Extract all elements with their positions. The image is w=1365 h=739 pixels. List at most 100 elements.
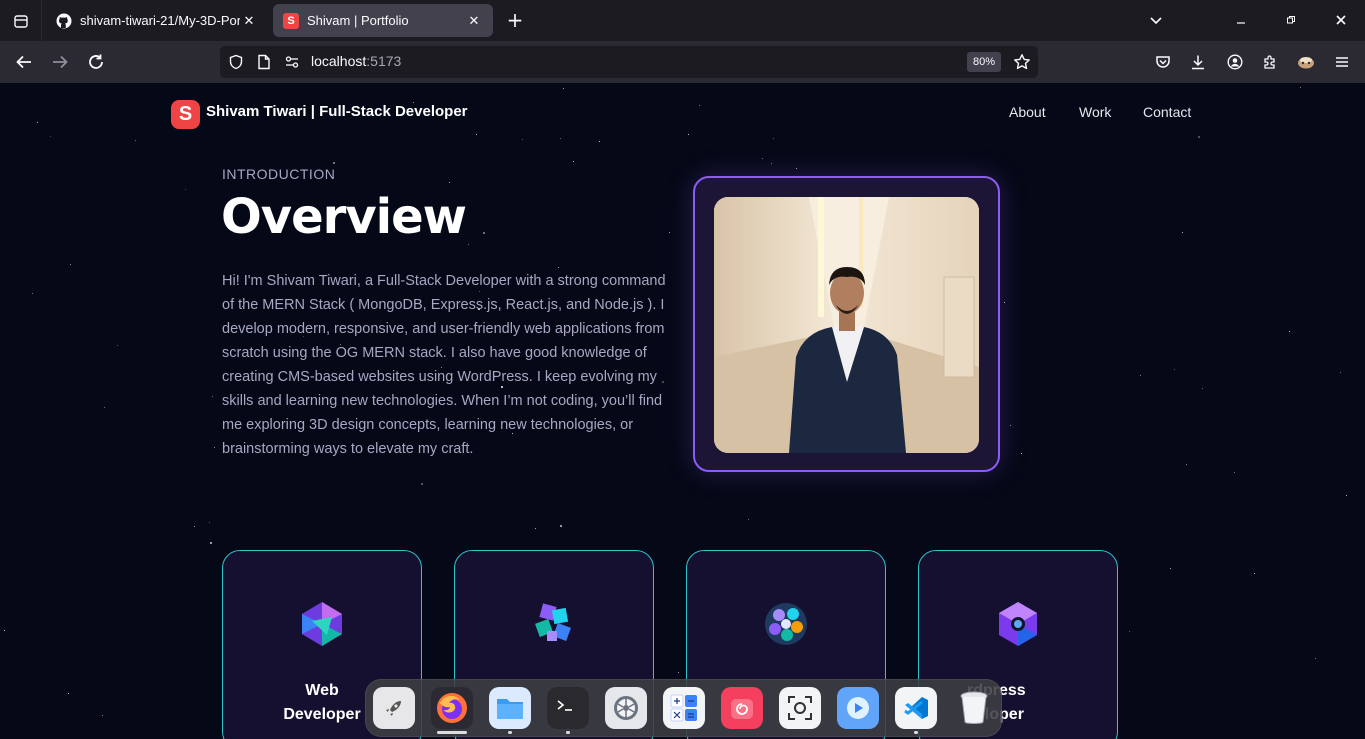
puzzle-icon (1264, 55, 1275, 69)
star (102, 715, 103, 716)
tab-portfolio[interactable]: S Shivam | Portfolio ✕ (273, 4, 493, 37)
star (1174, 369, 1175, 370)
star (1004, 302, 1005, 303)
folder-icon (497, 699, 523, 719)
star (796, 168, 797, 169)
star (1340, 372, 1341, 373)
star (573, 161, 574, 162)
dock-vscode[interactable] (895, 687, 937, 729)
tab-bar: shivam-tiwari-21/My-3D-Portf ✕ S Shivam … (0, 0, 1365, 41)
star (32, 293, 33, 294)
dock-files[interactable] (489, 687, 531, 729)
play-icon (847, 697, 869, 719)
url-bar[interactable]: localhost:5173 80% (220, 46, 1038, 78)
star (4, 630, 5, 631)
star (68, 693, 69, 694)
profile-photo (714, 197, 979, 453)
star (1234, 472, 1235, 473)
star (560, 525, 562, 527)
shield-icon[interactable] (226, 52, 246, 72)
minimize-icon[interactable] (1226, 6, 1256, 34)
zoom-level-badge[interactable]: 80% (967, 52, 1001, 72)
star (669, 232, 670, 233)
extension-avatar-button[interactable] (1291, 47, 1321, 77)
star (1202, 388, 1203, 389)
site-logo[interactable]: S (171, 100, 200, 129)
star (468, 244, 469, 245)
star (1170, 568, 1171, 569)
dock-terminal[interactable] (547, 687, 589, 729)
close-tab-icon[interactable]: ✕ (465, 12, 483, 30)
url-port: :5173 (366, 53, 402, 69)
dock-settings[interactable] (605, 687, 647, 729)
url-text[interactable]: localhost:5173 (311, 53, 401, 69)
dock-firefox[interactable] (431, 687, 473, 729)
pocket-button[interactable] (1148, 47, 1178, 77)
dock-screenshot[interactable] (779, 687, 821, 729)
star (699, 105, 700, 106)
navigation-toolbar: localhost:5173 80% (0, 41, 1365, 83)
star (748, 519, 749, 520)
star (214, 447, 215, 448)
star (476, 134, 477, 135)
tab-list-icon (13, 14, 28, 28)
menu-button[interactable] (1327, 47, 1357, 77)
star (558, 267, 559, 268)
vscode-icon (904, 697, 928, 719)
nav-link-contact[interactable]: Contact (1143, 104, 1191, 120)
back-arrow-icon (16, 55, 31, 69)
calculator-icon (670, 694, 697, 722)
star (212, 396, 213, 397)
dock-video-player[interactable] (837, 687, 879, 729)
back-button[interactable] (9, 47, 39, 77)
permissions-icon[interactable] (282, 52, 302, 72)
star (1198, 136, 1200, 138)
star (333, 162, 335, 164)
extensions-button[interactable] (1255, 47, 1285, 77)
star (535, 528, 536, 529)
dock-trash[interactable] (953, 687, 995, 729)
app-dock (365, 679, 1002, 737)
page-content: S Shivam Tiwari | Full-Stack Developer A… (0, 83, 1365, 739)
star (1254, 573, 1255, 574)
close-window-icon[interactable] (1326, 6, 1356, 34)
new-tab-button[interactable]: + (503, 7, 527, 33)
star (135, 140, 136, 141)
star (688, 134, 689, 135)
rocket-icon (386, 701, 401, 716)
dock-debian[interactable] (721, 687, 763, 729)
bookmark-star-icon[interactable] (1012, 52, 1032, 72)
page-icon[interactable] (254, 52, 274, 72)
downloads-button[interactable] (1183, 47, 1213, 77)
screenshot-icon (788, 696, 812, 720)
nav-link-about[interactable]: About (1009, 104, 1046, 120)
star (1129, 631, 1130, 632)
dock-calculator[interactable] (663, 687, 705, 729)
firefox-icon (437, 693, 467, 723)
forward-button[interactable] (45, 47, 75, 77)
dock-launcher[interactable] (373, 687, 415, 729)
account-icon (1227, 54, 1243, 70)
reload-button[interactable] (81, 47, 111, 77)
star (522, 139, 523, 140)
account-button[interactable] (1220, 47, 1250, 77)
section-subtitle: INTRODUCTION (222, 166, 336, 182)
dock-running-indicator (914, 731, 918, 734)
close-tab-icon[interactable]: ✕ (240, 12, 258, 30)
hamburger-menu-icon (1336, 57, 1348, 67)
star (37, 122, 38, 123)
tab-github[interactable]: shivam-tiwari-21/My-3D-Portf ✕ (46, 4, 268, 37)
star (421, 483, 423, 485)
dock-running-indicator (566, 731, 570, 734)
star (1021, 453, 1022, 454)
star (1010, 425, 1011, 426)
trash-icon (960, 691, 988, 724)
nav-link-work[interactable]: Work (1079, 104, 1111, 120)
star (762, 158, 763, 159)
star (1186, 464, 1187, 465)
tab-list-button[interactable] (0, 0, 42, 41)
swirl-icon (731, 699, 753, 719)
list-all-tabs-chevron-icon[interactable] (1141, 6, 1171, 34)
site-name[interactable]: Shivam Tiwari | Full-Stack Developer (206, 103, 468, 120)
restore-icon[interactable] (1276, 6, 1306, 34)
